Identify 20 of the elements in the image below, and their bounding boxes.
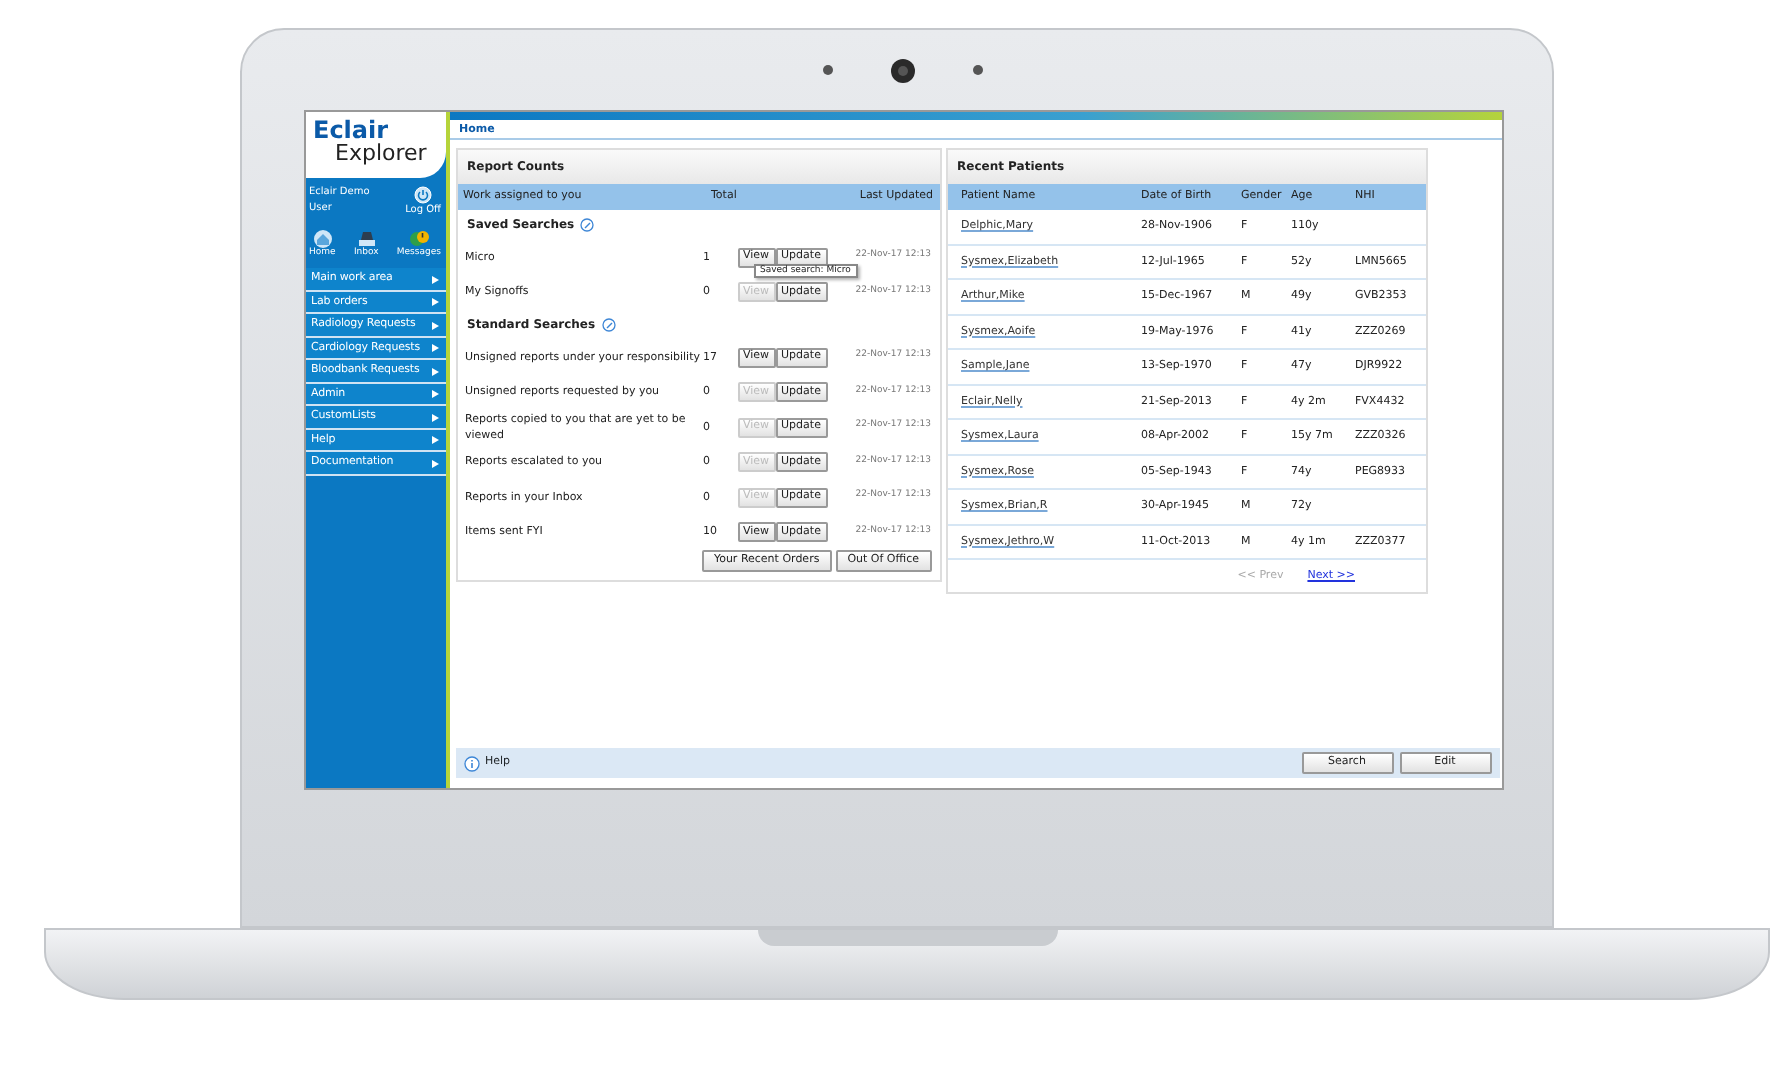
arrow-icon — [432, 275, 439, 283]
arrow-icon — [432, 367, 439, 375]
sensor-icon — [971, 64, 983, 76]
info-icon[interactable] — [463, 755, 479, 771]
home-icon — [311, 227, 334, 247]
arrow-icon — [432, 321, 439, 329]
arrow-icon — [432, 344, 439, 352]
logo: Eclair Explorer — [305, 112, 445, 178]
arrow-icon — [432, 298, 439, 306]
power-icon — [414, 186, 433, 204]
webcam-icon — [889, 57, 915, 83]
arrow-icon — [432, 413, 439, 421]
edit-icon[interactable] — [580, 218, 595, 232]
inbox-icon — [355, 227, 378, 247]
messages-icon — [407, 227, 430, 247]
arrow-icon — [432, 459, 439, 467]
arrow-icon — [432, 436, 439, 444]
edit-icon[interactable] — [601, 318, 616, 332]
sensor-icon — [821, 64, 833, 76]
arrow-icon — [432, 390, 439, 398]
